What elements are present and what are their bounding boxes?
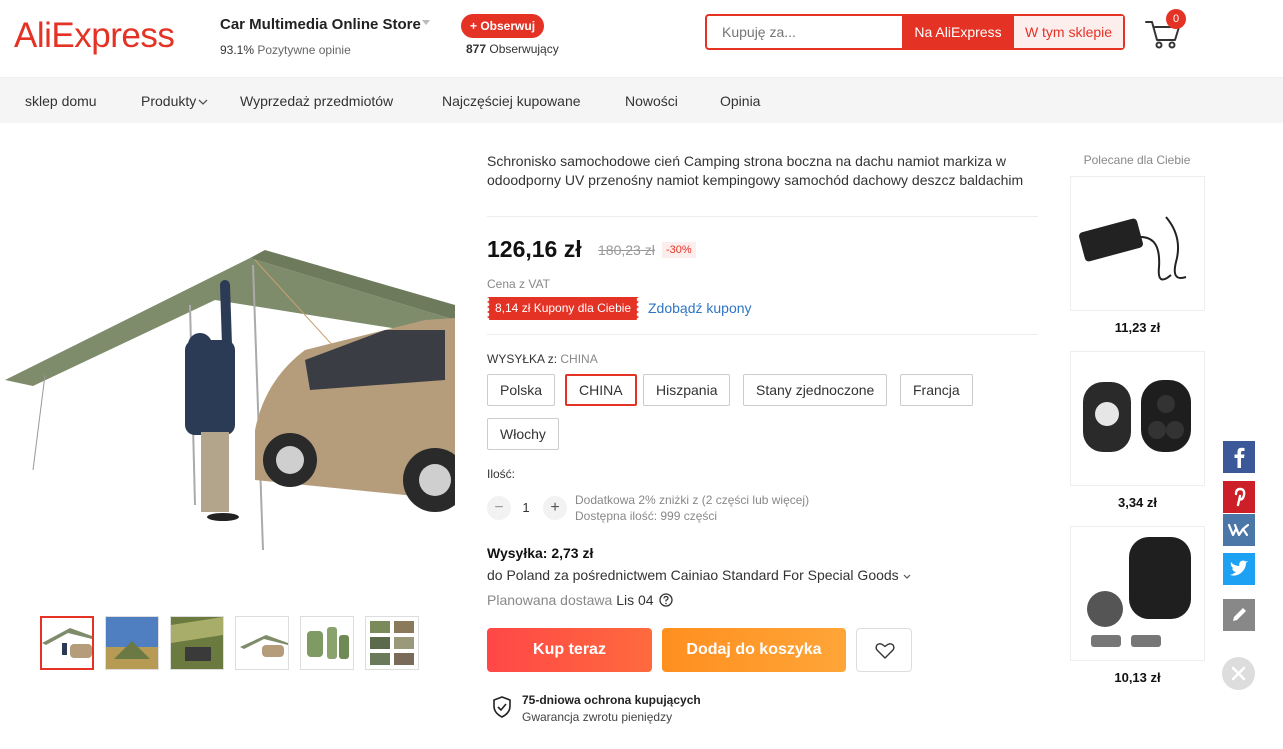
nav-item-new[interactable]: Nowości (625, 93, 678, 109)
delivery-label: Planowana dostawa (487, 592, 613, 608)
recommended-item-image (1079, 216, 1187, 281)
help-icon[interactable] (659, 593, 674, 607)
follow-button[interactable]: + Obserwuj (461, 14, 545, 38)
thumbnail-image (301, 617, 353, 669)
pinterest-icon-glyph (1234, 487, 1246, 507)
recommended-item-price: 10,13 zł (1114, 670, 1161, 685)
recommended-item-image (1087, 537, 1191, 647)
chevron-down-icon (198, 99, 208, 105)
recommended-title: Polecane dla Ciebie (1083, 153, 1191, 167)
store-name[interactable]: Car Multimedia Online Store (220, 16, 421, 33)
close-icon (1231, 666, 1246, 681)
pencil-icon (1233, 608, 1246, 621)
nav-item-home[interactable]: sklep domu (25, 93, 97, 109)
shipping-method[interactable]: do Poland za pośrednictwem Cainiao Stand… (487, 567, 911, 583)
stock-note: Dostępna ilość: 999 części (575, 509, 718, 523)
recommended-item-price: 11,23 zł (1114, 320, 1161, 335)
thumbnail-5[interactable] (300, 616, 354, 670)
product-title: Schronisko samochodowe cień Camping stro… (487, 153, 1024, 188)
vat-note: Cena z VAT (487, 277, 550, 291)
buy-now-button[interactable]: Kup teraz (487, 628, 652, 672)
facebook-icon-glyph (1234, 447, 1245, 468)
buyer-protection-title: 75-dniowa ochrona kupujących (522, 693, 701, 707)
get-coupons-link[interactable]: Zdobądź kupony (648, 300, 752, 316)
ship-option-china[interactable]: CHINA (565, 374, 637, 406)
recommended-item-image (1083, 380, 1191, 452)
rating-value: 93.1% (220, 43, 255, 57)
search-box: Na AliExpress W tym sklepie (705, 14, 1125, 50)
ship-option-france[interactable]: Francja (900, 374, 973, 406)
followers-count: 877 (466, 42, 487, 56)
nav-item-label: Produkty (141, 93, 197, 109)
recommended-item[interactable] (1070, 351, 1205, 486)
divider (487, 334, 1038, 335)
vk-icon-glyph (1227, 523, 1250, 537)
twitter-icon[interactable] (1223, 553, 1255, 585)
shipping-cost: Wysyłka: 2,73 zł (487, 545, 594, 561)
add-to-cart-button[interactable]: Dodaj do koszyka (662, 628, 846, 672)
cart-count-badge: 0 (1166, 9, 1186, 29)
search-store-button[interactable]: W tym sklepie (1014, 16, 1123, 48)
thumbnail-3[interactable] (170, 616, 224, 670)
header: AliExpress Car Multimedia Online Store 9… (0, 0, 1283, 78)
twitter-icon-glyph (1230, 560, 1248, 576)
thumbnail-image (366, 617, 418, 669)
thumbnail-image (106, 617, 158, 669)
buyer-protection-subtitle: Gwarancja zwrotu pieniędzy (522, 710, 673, 724)
thumbnail-image (236, 617, 288, 669)
search-aliexpress-button[interactable]: Na AliExpress (902, 14, 1014, 50)
thumbnail-image (42, 618, 92, 668)
edit-icon[interactable] (1223, 599, 1255, 631)
product-main-image[interactable] (5, 180, 455, 565)
thumbnail-6[interactable] (365, 616, 419, 670)
quantity-value[interactable]: 1 (518, 500, 534, 515)
delivery-date: Lis 04 (616, 592, 654, 608)
shipping-from-label: WYSYŁKA z: (487, 352, 558, 366)
ship-option-poland[interactable]: Polska (487, 374, 556, 406)
coupon-badge[interactable]: 8,14 zł Kupony dla Ciebie (487, 297, 640, 320)
shipping-method-text: do Poland za pośrednictwem Cainiao Stand… (487, 567, 899, 583)
nav-item-bestsellers[interactable]: Najczęściej kupowane (442, 93, 581, 109)
ship-option-usa[interactable]: Stany zjednoczone (743, 374, 888, 406)
nav-item-products[interactable]: Produkty (141, 93, 208, 109)
quantity-label: Ilość: (487, 467, 516, 481)
recommended-item-price: 3,34 zł (1117, 495, 1158, 510)
recommended-item[interactable] (1070, 176, 1205, 311)
followers: 877 Obserwujący (466, 42, 559, 56)
quantity-increase-button[interactable]: + (543, 496, 567, 520)
quantity-decrease-button[interactable]: − (487, 496, 511, 520)
recommended-item[interactable] (1070, 526, 1205, 661)
vk-icon[interactable] (1223, 514, 1255, 546)
nav-item-sale[interactable]: Wyprzedaż przedmiotów (240, 93, 393, 109)
original-price: 180,23 zł (598, 242, 655, 258)
delivery-estimate: Planowana dostawa Lis 04 (487, 592, 674, 608)
ship-option-italy[interactable]: Włochy (487, 418, 559, 450)
thumbnail-1[interactable] (40, 616, 94, 670)
discount-badge: -30% (662, 242, 696, 258)
chevron-down-icon (903, 574, 911, 579)
product-price: 126,16 zł (487, 236, 582, 262)
thumbnail-2[interactable] (105, 616, 159, 670)
heart-icon (875, 643, 895, 659)
store-navbar: sklep domu Produkty Wyprzedaż przedmiotó… (0, 78, 1283, 123)
shipping-from-value: CHINA (560, 352, 598, 366)
search-input[interactable] (707, 16, 902, 48)
store-rating: 93.1% Pozytywne opinie (220, 43, 351, 57)
wishlist-button[interactable] (856, 628, 912, 672)
thumbnail-4[interactable] (235, 616, 289, 670)
thumbnail-image (171, 617, 223, 669)
close-social-button[interactable] (1222, 657, 1255, 690)
followers-label: Obserwujący (489, 42, 559, 56)
shield-icon (493, 696, 511, 718)
pinterest-icon[interactable] (1223, 481, 1255, 513)
rating-label: Pozytywne opinie (257, 43, 351, 57)
shipping-from: WYSYŁKA z: CHINA (487, 352, 598, 366)
aliexpress-logo[interactable]: AliExpress (14, 16, 175, 56)
bulk-discount-note: Dodatkowa 2% zniżki z (2 części lub więc… (575, 493, 810, 507)
nav-item-feedback[interactable]: Opinia (720, 93, 760, 109)
facebook-icon[interactable] (1223, 441, 1255, 473)
chevron-down-icon[interactable] (422, 20, 430, 25)
divider (487, 216, 1038, 217)
ship-option-spain[interactable]: Hiszpania (643, 374, 731, 406)
